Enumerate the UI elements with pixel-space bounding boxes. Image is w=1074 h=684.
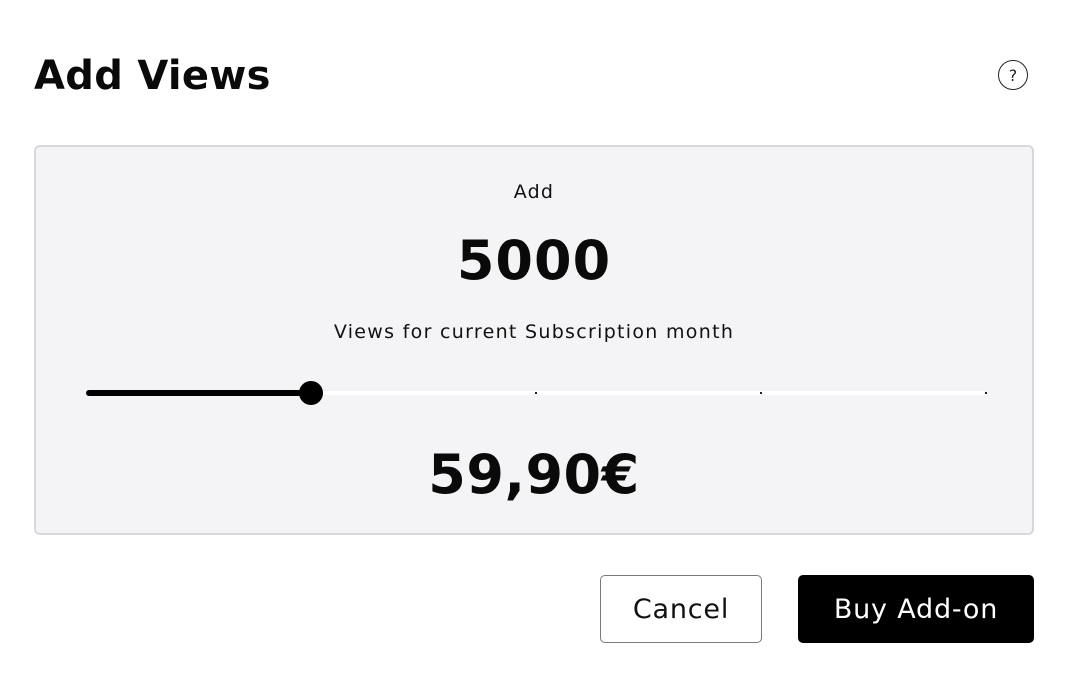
cancel-button[interactable]: Cancel <box>600 575 762 643</box>
buy-add-on-button[interactable]: Buy Add-on <box>798 575 1034 643</box>
slider-tick <box>760 392 762 394</box>
slider-tick <box>535 392 537 394</box>
views-slider[interactable] <box>86 381 987 405</box>
dialog-title: Add Views <box>34 53 271 99</box>
slider-tick <box>985 392 987 394</box>
help-question-icon[interactable]: ? <box>998 60 1028 90</box>
price-value: 59,90€ <box>428 443 640 506</box>
views-selector-panel: Add 5000 Views for current Subscription … <box>34 145 1034 535</box>
add-views-dialog: Add Views ? Add 5000 Views for current S… <box>0 0 1074 684</box>
views-caption: Views for current Subscription month <box>333 321 735 343</box>
add-label: Add <box>513 181 555 203</box>
slider-thumb[interactable] <box>299 381 323 405</box>
slider-fill <box>86 390 311 396</box>
views-amount: 5000 <box>456 229 612 292</box>
